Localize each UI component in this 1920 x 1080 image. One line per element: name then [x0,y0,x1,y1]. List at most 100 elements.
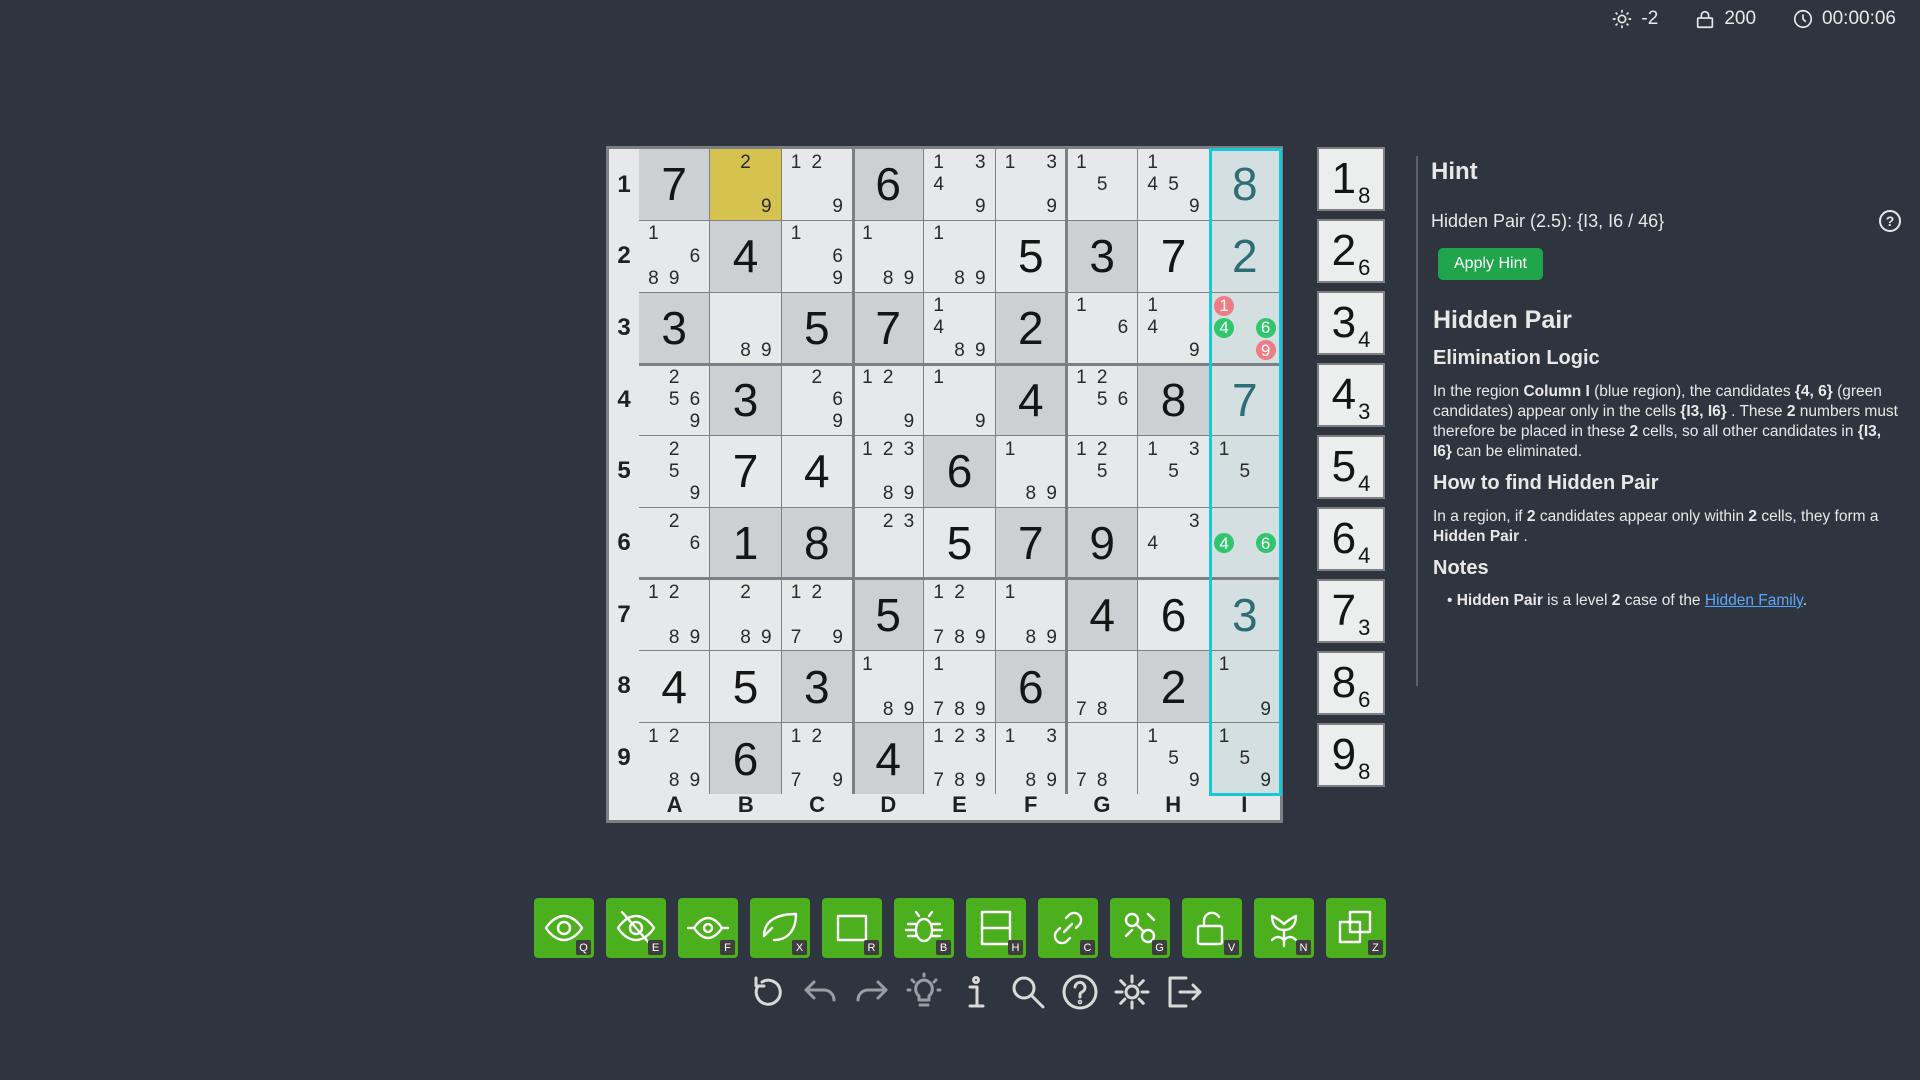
cell-A1[interactable]: 7 [639,149,710,220]
cell-C2[interactable]: 1 69 [781,220,852,292]
cell-C5[interactable]: 4 [781,436,852,507]
digit-count-7[interactable]: 73 [1317,579,1385,643]
cell-B7[interactable]: 2 89 [710,579,781,651]
leaf-x-tool-button[interactable]: X [750,898,810,958]
cell-H6[interactable]: 34 [1138,507,1209,579]
unlock-tool-button[interactable]: V [1182,898,1242,958]
cell-B3[interactable]: 89 [710,292,781,364]
apply-hint-button[interactable]: Apply Hint [1438,248,1543,280]
cell-C7[interactable]: 127 9 [781,579,852,651]
digit-count-4[interactable]: 43 [1317,363,1385,427]
cell-D1[interactable]: 6 [853,149,924,220]
cell-B1[interactable]: 29 [710,149,781,220]
split-box-tool-button[interactable]: H [966,898,1026,958]
hidden-family-link[interactable]: Hidden Family [1705,592,1803,609]
cell-I5[interactable]: 15 [1209,436,1280,507]
cell-C9[interactable]: 12 7 9 [781,723,852,794]
digit-count-1[interactable]: 18 [1317,147,1385,211]
cell-I6[interactable]: 46 [1209,507,1280,579]
cell-C4[interactable]: 269 [781,364,852,436]
cell-H4[interactable]: 8 [1138,364,1209,436]
eye-focus-tool-button[interactable]: F [678,898,738,958]
cell-F8[interactable]: 6 [995,651,1066,723]
cell-I8[interactable]: 19 [1209,651,1280,723]
cell-B9[interactable]: 6 [710,723,781,794]
search-button[interactable] [1008,972,1048,1017]
cell-A7[interactable]: 12 89 [639,579,710,651]
eye-off-tool-button[interactable]: E [606,898,666,958]
flower-tool-button[interactable]: N [1254,898,1314,958]
cell-E2[interactable]: 189 [924,220,995,292]
cell-I3[interactable]: 1469 [1209,292,1280,364]
cell-D7[interactable]: 5 [853,579,924,651]
cell-H8[interactable]: 2 [1138,651,1209,723]
cell-B8[interactable]: 5 [710,651,781,723]
digit-count-5[interactable]: 54 [1317,435,1385,499]
cell-E5[interactable]: 6 [924,436,995,507]
cell-E8[interactable]: 1789 [924,651,995,723]
cell-A3[interactable]: 3 [639,292,710,364]
copy-tool-button[interactable]: Z [1326,898,1386,958]
eye-tool-button[interactable]: Q [534,898,594,958]
cell-F9[interactable]: 1 3 89 [995,723,1066,794]
help-icon[interactable]: ? [1879,210,1901,232]
cell-F7[interactable]: 189 [995,579,1066,651]
undo-button[interactable] [800,972,840,1017]
cell-F6[interactable]: 7 [995,507,1066,579]
cell-D9[interactable]: 4 [853,723,924,794]
cell-H1[interactable]: 1459 [1138,149,1209,220]
restart-button[interactable] [748,972,788,1017]
help-button[interactable] [1060,972,1100,1017]
digit-count-6[interactable]: 64 [1317,507,1385,571]
cell-E7[interactable]: 12789 [924,579,995,651]
cell-C8[interactable]: 3 [781,651,852,723]
cell-G1[interactable]: 15 [1067,149,1138,220]
cell-E4[interactable]: 19 [924,364,995,436]
info-button[interactable] [956,972,996,1017]
cell-E3[interactable]: 1489 [924,292,995,364]
cell-A4[interactable]: 2569 [639,364,710,436]
digit-count-2[interactable]: 26 [1317,219,1385,283]
cell-G7[interactable]: 4 [1067,579,1138,651]
cell-I1[interactable]: 8 [1209,149,1280,220]
digit-count-8[interactable]: 86 [1317,651,1385,715]
digit-count-9[interactable]: 98 [1317,723,1385,787]
cell-E1[interactable]: 1 3 4 9 [924,149,995,220]
cell-F2[interactable]: 5 [995,220,1066,292]
cell-H3[interactable]: 14 9 [1138,292,1209,364]
rectangle-tool-button[interactable]: R [822,898,882,958]
chain-tool-button[interactable]: G [1110,898,1170,958]
cell-D8[interactable]: 189 [853,651,924,723]
cell-E6[interactable]: 5 [924,507,995,579]
cell-H9[interactable]: 159 [1138,723,1209,794]
cell-C1[interactable]: 12 9 [781,149,852,220]
cell-G6[interactable]: 9 [1067,507,1138,579]
cell-G9[interactable]: 78 [1067,723,1138,794]
cell-G5[interactable]: 125 [1067,436,1138,507]
cell-A6[interactable]: 26 [639,507,710,579]
cell-F4[interactable]: 4 [995,364,1066,436]
cell-C6[interactable]: 8 [781,507,852,579]
cell-A8[interactable]: 4 [639,651,710,723]
cell-G2[interactable]: 3 [1067,220,1138,292]
cell-A2[interactable]: 1689 [639,220,710,292]
cell-I4[interactable]: 7 [1209,364,1280,436]
cell-I7[interactable]: 3 [1209,579,1280,651]
cell-F5[interactable]: 1 89 [995,436,1066,507]
cell-A5[interactable]: 259 [639,436,710,507]
settings-button[interactable] [1112,972,1152,1017]
cell-D5[interactable]: 123 89 [853,436,924,507]
cell-G4[interactable]: 1256 [1067,364,1138,436]
cell-D6[interactable]: 23 [853,507,924,579]
cell-B2[interactable]: 4 [710,220,781,292]
cell-A9[interactable]: 12 89 [639,723,710,794]
cell-D3[interactable]: 7 [853,292,924,364]
cell-I2[interactable]: 2 [1209,220,1280,292]
bug-tool-button[interactable]: B [894,898,954,958]
digit-count-3[interactable]: 34 [1317,291,1385,355]
cell-B6[interactable]: 1 [710,507,781,579]
cell-F3[interactable]: 2 [995,292,1066,364]
cell-E9[interactable]: 123 789 [924,723,995,794]
cell-B5[interactable]: 7 [710,436,781,507]
cell-C3[interactable]: 5 [781,292,852,364]
